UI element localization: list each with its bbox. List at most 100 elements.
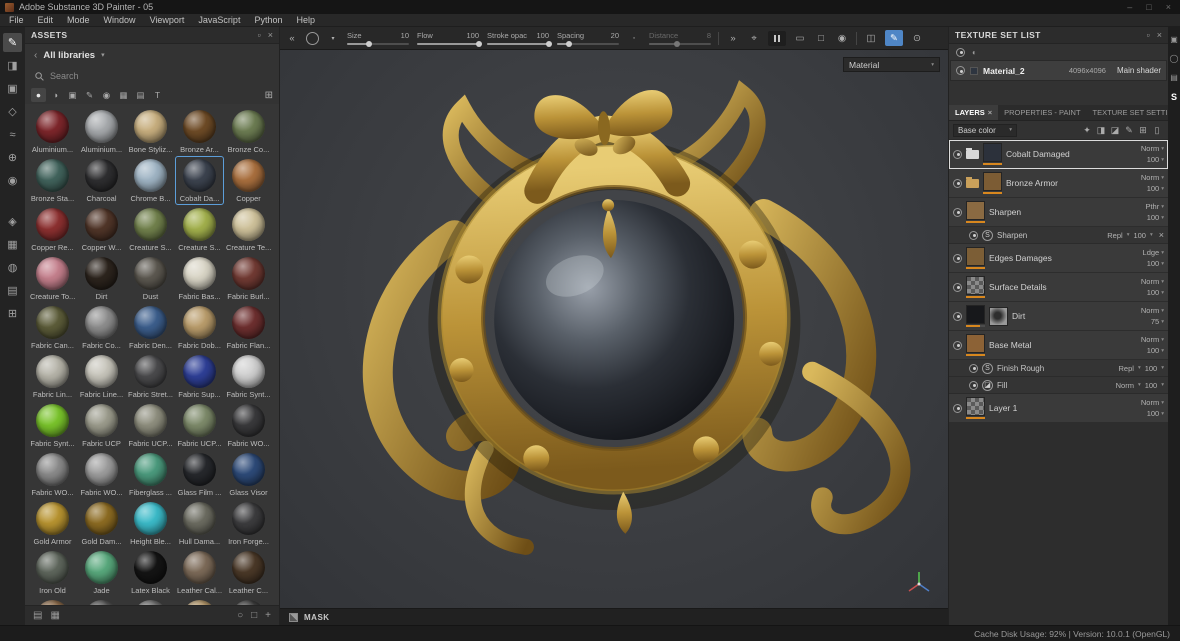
remove-effect-button[interactable]: ×	[1159, 230, 1164, 240]
material-item[interactable]: Charcoal	[77, 156, 126, 205]
blend-mode[interactable]: Norm▾	[1141, 335, 1164, 344]
shelf-icon[interactable]: □	[251, 610, 257, 621]
menu-file[interactable]: File	[2, 15, 31, 25]
symmetry-icon[interactable]: ◫	[864, 30, 878, 46]
material-item[interactable]: Fiberglass ...	[126, 450, 175, 499]
opacity-value[interactable]: 100	[1145, 364, 1158, 373]
material-item[interactable]: Gold Dam...	[77, 499, 126, 548]
opacity-value[interactable]: 100	[1145, 381, 1158, 390]
substance-logo-icon[interactable]: S	[1171, 92, 1177, 102]
effect-row[interactable]: ◪ Fill Norm▾ 100▾	[949, 377, 1168, 394]
smart-masks-filter-icon[interactable]: ▣	[65, 88, 80, 102]
dock-icon[interactable]: ▤	[1170, 73, 1178, 82]
smart-materials-filter-icon[interactable]: ◑	[48, 88, 63, 102]
channels-icon[interactable]: ◐	[972, 48, 977, 57]
wand-icon[interactable]: ✦	[1080, 123, 1094, 137]
blend-mode[interactable]: Norm▾	[1141, 398, 1164, 407]
library-selector[interactable]: ‹ All libraries ▾	[25, 44, 279, 66]
materials-filter-icon[interactable]: ●	[31, 88, 46, 102]
paint-brush-indicator-icon[interactable]: ✎	[885, 30, 903, 46]
visibility-toggle[interactable]	[953, 179, 962, 188]
layer-row[interactable]: Cobalt Damaged Norm▾ 100▾	[949, 140, 1168, 169]
material-item[interactable]: Dirt	[77, 254, 126, 303]
layer-row[interactable]: Bronze Armor Norm▾ 100▾	[949, 169, 1168, 198]
blend-mode[interactable]: Norm▾	[1141, 306, 1164, 315]
maximize-icon[interactable]: □	[1146, 2, 1151, 12]
material-item[interactable]: Fabric UCP...	[175, 401, 224, 450]
smudge-tool[interactable]: ≈	[3, 125, 22, 144]
brushes-filter-icon[interactable]: ✎	[82, 88, 97, 102]
layer-row[interactable]: Layer 1 Norm▾ 100▾	[949, 394, 1168, 423]
blend-mode[interactable]: Norm	[1116, 381, 1134, 390]
material-item[interactable]: Fabric Synt...	[224, 352, 273, 401]
blend-mode[interactable]: Ldge▾	[1143, 248, 1164, 257]
close-panel-icon[interactable]: ×	[268, 30, 273, 40]
fullscreen-viewport-icon[interactable]: □	[814, 30, 828, 46]
viewport-settings-icon[interactable]: ◯	[1170, 54, 1179, 63]
visibility-toggle[interactable]	[953, 404, 962, 413]
material-item[interactable]: Fabric UCP...	[126, 401, 175, 450]
alignment-icon[interactable]: ⌖	[747, 30, 761, 46]
menu-help[interactable]: Help	[289, 15, 322, 25]
visibility-toggle[interactable]	[969, 231, 978, 240]
opacity-value[interactable]: 100▾	[1147, 346, 1164, 355]
more-options-icon[interactable]: »	[726, 30, 740, 46]
material-item[interactable]: Hull Dama...	[175, 499, 224, 548]
add-folder-icon[interactable]: ⊞	[1136, 123, 1150, 137]
close-panel-icon[interactable]: ×	[1157, 30, 1162, 40]
collapse-panel-icon[interactable]: «	[285, 30, 299, 46]
material-item[interactable]: Iron Forge...	[224, 499, 273, 548]
material-item[interactable]: Fabric Stret...	[126, 352, 175, 401]
material-item[interactable]: Latex Black	[126, 548, 175, 597]
opacity-value[interactable]: 75▾	[1151, 317, 1164, 326]
visibility-toggle[interactable]	[953, 150, 962, 159]
material-item[interactable]: Fabric WO...	[224, 401, 273, 450]
grid-view-icon[interactable]: ⊞	[265, 90, 273, 101]
fonts-filter-icon[interactable]: T	[150, 88, 165, 102]
material-item[interactable]	[126, 597, 175, 605]
material-item[interactable]: Copper Re...	[28, 205, 77, 254]
brush-preview-icon[interactable]	[306, 32, 319, 45]
material-item[interactable]: Chrome B...	[126, 156, 175, 205]
visibility-toggle[interactable]	[953, 341, 962, 350]
effect-row[interactable]: S Sharpen Repl▾ 100▾ ×	[949, 227, 1168, 244]
eraser-tool[interactable]: ◨	[3, 56, 22, 75]
menu-viewport[interactable]: Viewport	[143, 15, 192, 25]
bake-tool[interactable]: ◍	[3, 258, 22, 277]
material-item[interactable]: Height Ble...	[126, 499, 175, 548]
opacity-value[interactable]: 100▾	[1147, 259, 1164, 268]
layer-row[interactable]: Surface Details Norm▾ 100▾	[949, 273, 1168, 302]
material-item[interactable]: Fabric Co...	[77, 303, 126, 352]
material-item[interactable]: Creature To...	[28, 254, 77, 303]
material-item[interactable]: Glass Visor	[224, 450, 273, 499]
visibility-toggle[interactable]	[969, 364, 978, 373]
export-tool[interactable]: ▤	[3, 281, 22, 300]
visibility-toggle[interactable]	[956, 66, 965, 75]
stencil-icon[interactable]: ◨	[1094, 123, 1108, 137]
search-input[interactable]	[50, 71, 269, 81]
material-item[interactable]: Dust	[126, 254, 175, 303]
tab-properties-paint[interactable]: PROPERTIES - PAINT	[998, 105, 1086, 120]
brush-preset-dropdown-icon[interactable]: ▾	[326, 30, 340, 46]
material-item[interactable]: Fabric UCP	[77, 401, 126, 450]
undock-panel-icon[interactable]: ▫	[258, 30, 261, 40]
paint-tool[interactable]: ✎	[3, 33, 22, 52]
menu-python[interactable]: Python	[247, 15, 289, 25]
material-item[interactable]: Fabric Den...	[126, 303, 175, 352]
material-item[interactable]: Aluminium...	[28, 107, 77, 156]
material-item[interactable]: Fabric Can...	[28, 303, 77, 352]
display-settings-tool[interactable]: ▦	[3, 235, 22, 254]
blend-mode[interactable]: Norm▾	[1141, 144, 1164, 153]
material-item[interactable]: Creature S...	[175, 205, 224, 254]
material-item[interactable]: Fabric Sup...	[175, 352, 224, 401]
blend-mode[interactable]: Norm▾	[1141, 173, 1164, 182]
material-item[interactable]: Fabric WO...	[28, 450, 77, 499]
material-item[interactable]	[28, 597, 77, 605]
layer-row[interactable]: Sharpen Pthr▾ 100▾	[949, 198, 1168, 227]
material-item[interactable]: Creature S...	[126, 205, 175, 254]
pause-engine-button[interactable]	[768, 31, 786, 46]
material-item[interactable]: Leather Cal...	[175, 548, 224, 597]
close-tab-icon[interactable]: ×	[988, 108, 992, 117]
material-item[interactable]: Fabric Burl...	[224, 254, 273, 303]
slider-spacing[interactable]: Spacing20	[557, 32, 619, 45]
